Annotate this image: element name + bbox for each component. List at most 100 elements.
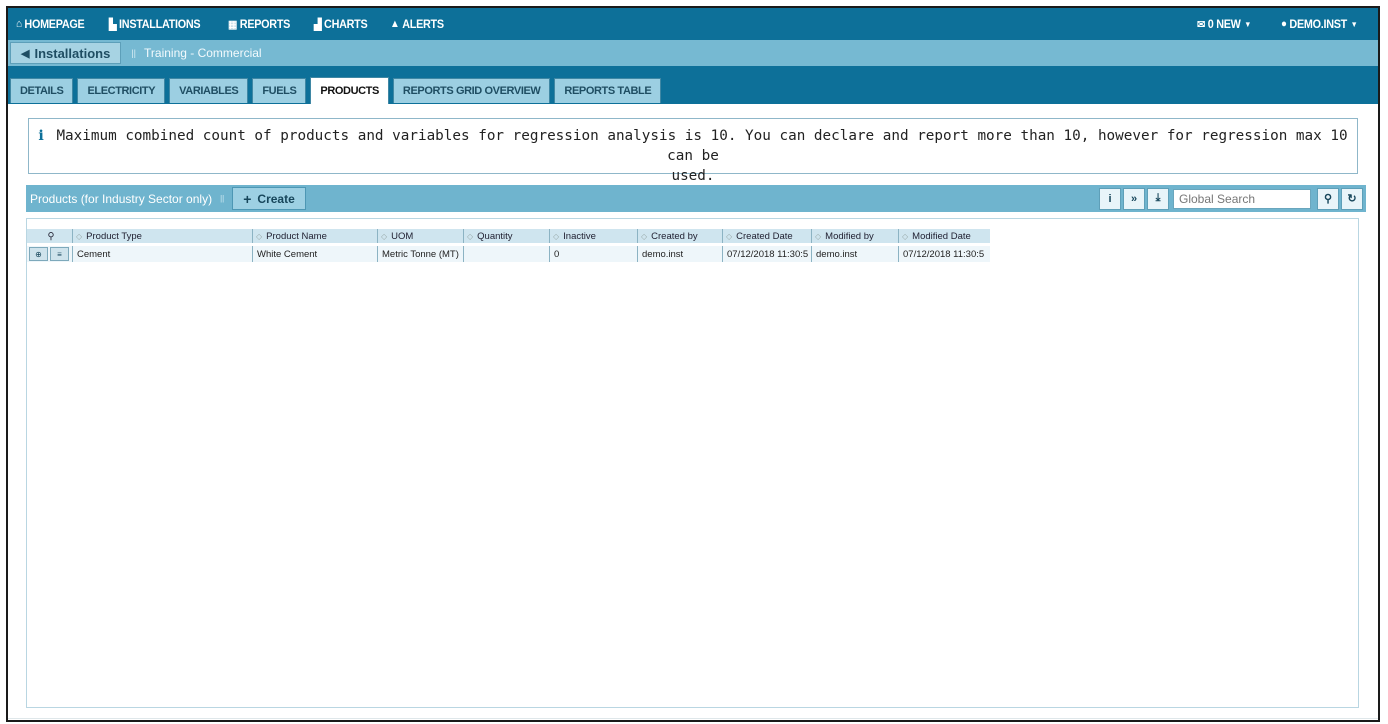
column-header-product-type[interactable]: ◇ Product Type [72,229,252,243]
user-label: DEMO.INST [1289,17,1348,31]
column-label: Created Date [736,230,793,242]
column-label: Product Name [266,230,327,242]
nav-right: ✉ 0 NEW ▼ ● DEMO.INST ▼ [1185,17,1378,31]
sort-icon: ◇ [76,231,83,241]
nav-alerts[interactable]: ▲ ALERTS [390,17,444,31]
column-header-uom[interactable]: ◇ UOM [377,229,463,243]
tab-details[interactable]: DETAILS [10,78,74,103]
info-alert: i Maximum combined count of products and… [28,118,1358,184]
column-header-inactive[interactable]: ◇ Inactive [549,229,637,243]
column-header-created-by[interactable]: ◇ Created by [637,229,722,243]
nav-reports-label: REPORTS [239,17,290,31]
column-label: Quantity [477,230,513,242]
plus-circle-icon: ⊕ [35,249,42,259]
expand-button[interactable]: » [1123,187,1145,210]
nav-installations-label: INSTALLATIONS [119,17,201,31]
table-row[interactable]: ⊕ ≡ Cement White Cement Metric Tonne (MT… [27,246,990,262]
installations-icon: ▙ [109,18,117,31]
messages-dropdown[interactable]: ✉ 0 NEW ▼ [1197,17,1251,31]
grid-title: Products (for Industry Sector only) [30,191,213,206]
user-dropdown[interactable]: ● DEMO.INST ▼ [1281,17,1358,31]
back-label: Installations [34,45,111,61]
fast-forward-icon: » [1130,192,1138,205]
tab-bar: DETAILS ELECTRICITY VARIABLES FUELS PROD… [8,66,1378,104]
column-header-product-name[interactable]: ◇ Product Name [252,229,377,243]
sort-icon: ◇ [256,231,263,241]
tab-variables[interactable]: VARIABLES [169,78,249,103]
grid-toolbar: Products (for Industry Sector only) || +… [26,185,1366,212]
download-button[interactable]: ⤓ [1147,187,1169,210]
caret-down-icon: ▼ [1244,19,1252,29]
cell-created-date: 07/12/2018 11:30:5 [722,246,811,262]
home-icon: ⌂ [16,18,22,30]
top-navbar: ⌂ HOMEPAGE ▙ INSTALLATIONS ▦ REPORTS ▟ C… [8,8,1378,40]
refresh-icon: ↻ [1347,193,1357,205]
toolbar-right: i » ⤓ ⚲ ↻ [1097,187,1363,210]
app-frame: ⌂ HOMEPAGE ▙ INSTALLATIONS ▦ REPORTS ▟ C… [6,6,1380,722]
sort-icon: ◇ [467,231,474,241]
circle-arrow-left-icon: ◀ [21,47,30,60]
tab-products[interactable]: PRODUCTS [310,77,389,104]
alert-icon: ▲ [389,18,400,30]
row-expand-button[interactable]: ⊕ [29,247,48,261]
column-header-created-date[interactable]: ◇ Created Date [722,229,811,243]
row-actions: ⊕ ≡ [27,246,72,262]
column-header-modified-by[interactable]: ◇ Modified by [811,229,898,243]
grid-header: ⚲ ◇ Product Type ◇ Product Name ◇ UOM ◇ Quan… [27,229,990,243]
charts-icon: ▟ [313,18,322,31]
nav-homepage-label: HOMEPAGE [24,17,85,31]
envelope-icon: ✉ [1196,18,1206,31]
reports-icon: ▦ [227,18,237,31]
cell-quantity [463,246,549,262]
tab-reports-grid-overview[interactable]: REPORTS GRID OVERVIEW [392,78,551,103]
create-button[interactable]: + Create [232,187,306,210]
nav-reports[interactable]: ▦ REPORTS [228,17,290,31]
refresh-button[interactable]: ↻ [1341,187,1363,210]
messages-label: 0 NEW [1207,17,1241,31]
row-menu-button[interactable]: ≡ [50,247,69,261]
caret-down-icon: ▼ [1350,19,1358,29]
sort-icon: ◇ [381,231,388,241]
cell-inactive: 0 [549,246,637,262]
sort-icon: ◇ [641,231,648,241]
column-header-quantity[interactable]: ◇ Quantity [463,229,549,243]
nav-homepage[interactable]: ⌂ HOMEPAGE [16,17,85,31]
tab-fuels[interactable]: FUELS [252,78,307,103]
column-search-button[interactable]: ⚲ [27,229,72,243]
info-button[interactable]: i [1099,187,1121,210]
cell-modified-date: 07/12/2018 11:30:5 [898,246,986,262]
global-search-input[interactable] [1173,188,1311,209]
tab-electricity[interactable]: ELECTRICITY [77,78,166,103]
breadcrumb-separator: || [131,48,137,58]
menu-icon: ≡ [57,249,62,259]
column-label: Created by [651,230,698,242]
cell-created-by: demo.inst [637,246,722,262]
column-header-modified-date[interactable]: ◇ Modified Date [898,229,986,243]
user-icon: ● [1281,18,1287,30]
footer-divider [8,718,1378,719]
cell-product-type: Cement [72,246,252,262]
plus-icon: + [243,190,252,207]
sort-icon: ◇ [726,231,733,241]
toolbar-separator: || [220,194,225,203]
cell-modified-by: demo.inst [811,246,898,262]
search-icon: ⚲ [1323,193,1333,205]
info-icon: i [1108,192,1112,205]
column-label: Modified by [825,230,874,242]
search-button[interactable]: ⚲ [1317,187,1339,210]
back-to-installations-button[interactable]: ◀ Installations [10,42,122,64]
sort-icon: ◇ [553,231,560,241]
column-label: Product Type [86,230,142,242]
nav-installations[interactable]: ▙ INSTALLATIONS [109,17,201,31]
tab-reports-table[interactable]: REPORTS TABLE [554,78,662,103]
products-grid: ⚲ ◇ Product Type ◇ Product Name ◇ UOM ◇ Quan… [26,218,1359,708]
info-text-line1: Maximum combined count of products and v… [56,128,1348,164]
sort-icon: ◇ [902,231,909,241]
sort-icon: ◇ [815,231,822,241]
info-icon: i [38,128,44,144]
column-label: UOM [391,230,414,242]
nav-charts[interactable]: ▟ CHARTS [313,17,368,31]
nav-charts-label: CHARTS [323,17,368,31]
info-text-line2: used. [671,168,715,184]
cell-uom: Metric Tonne (MT) [377,246,463,262]
